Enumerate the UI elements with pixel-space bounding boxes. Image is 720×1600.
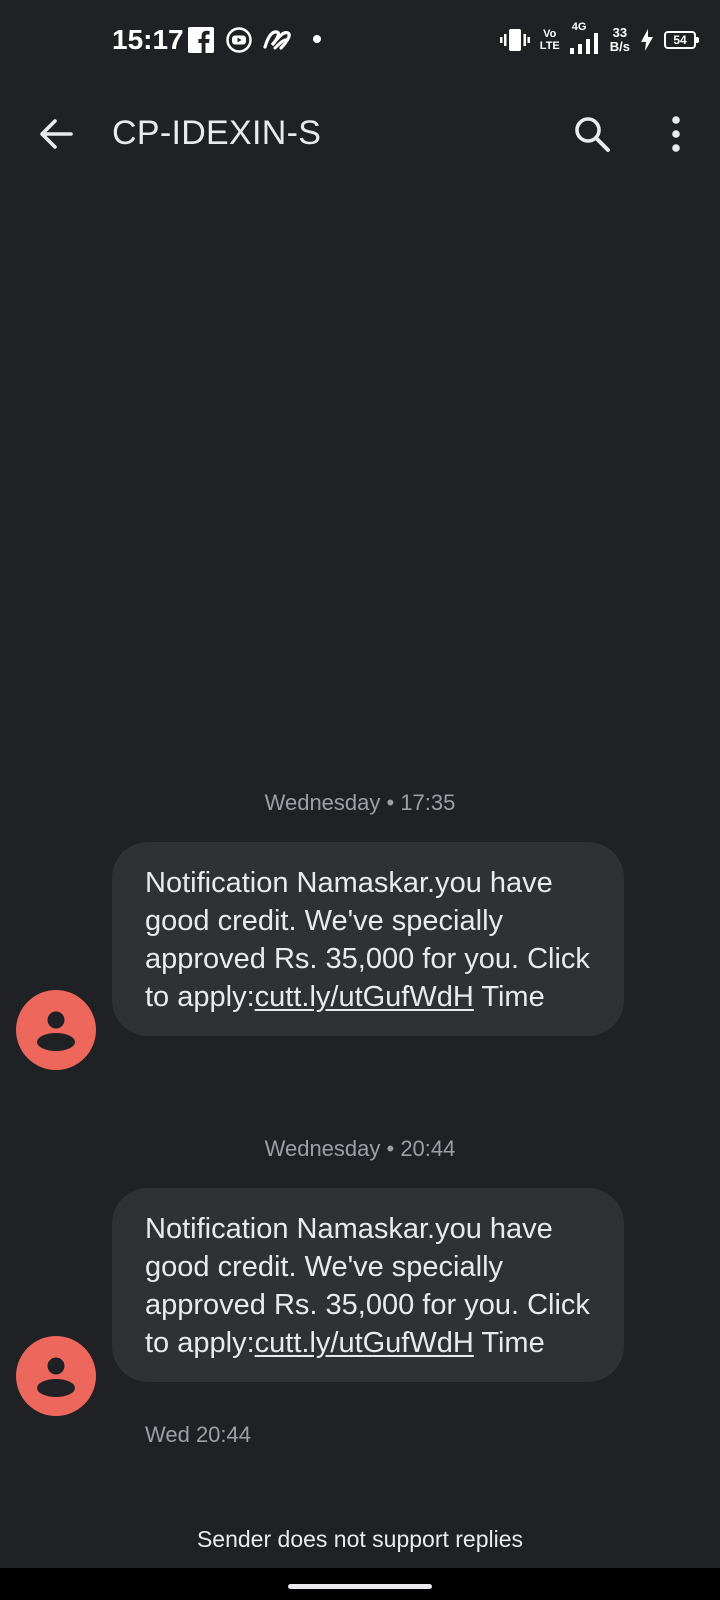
status-bar: 15:17 Vo LTE 4G 33 B/s 54: [0, 0, 720, 80]
vibrate-icon: [499, 29, 530, 51]
more-options-button[interactable]: [652, 108, 700, 160]
notification-dot-icon: [313, 35, 321, 43]
battery-level: 54: [673, 33, 687, 47]
search-icon: [575, 117, 610, 152]
signal-group: 4G: [569, 21, 600, 55]
conversation-header: CP-IDEXIN-S: [0, 90, 720, 180]
battery-icon: 54: [664, 31, 699, 49]
message-text-tail: Time: [473, 981, 545, 1013]
message-link[interactable]: cutt.ly/utGufWdH: [255, 1327, 474, 1359]
date-separator: Wednesday • 17:35: [264, 790, 456, 815]
more-vert-icon: [672, 116, 680, 152]
sender-avatar[interactable]: [16, 990, 96, 1070]
back-button[interactable]: [30, 108, 82, 160]
network-volte-top: Vo: [543, 28, 557, 40]
network-speed: 33 B/s: [610, 26, 630, 54]
app-notification-icon: [263, 30, 291, 50]
message-timestamp: Wed 20:44: [145, 1422, 252, 1447]
network-generation: 4G: [571, 21, 587, 33]
network-type: Vo LTE: [540, 28, 560, 52]
person-icon: [37, 1011, 75, 1051]
navigation-bar: [0, 1568, 720, 1600]
signal-icon: [569, 33, 598, 54]
charging-icon: [641, 29, 653, 51]
youtube-icon: [226, 27, 252, 53]
message-text-tail: Time: [473, 1327, 545, 1359]
messages-screen: 15:17 Vo LTE 4G 33 B/s 54 CP-IDEXIN-S We…: [0, 0, 720, 1600]
message-link[interactable]: cutt.ly/utGufWdH: [255, 981, 474, 1013]
no-reply-notice: Sender does not support replies: [196, 1526, 524, 1552]
search-button[interactable]: [566, 108, 618, 160]
sender-avatar[interactable]: [16, 1336, 96, 1416]
status-right-group: Vo LTE 4G 33 B/s 54: [499, 21, 699, 58]
status-time: 15:17: [112, 24, 184, 55]
person-icon: [37, 1357, 75, 1397]
date-separator: Wednesday • 20:44: [264, 1136, 456, 1161]
home-gesture-handle[interactable]: [288, 1584, 432, 1589]
facebook-icon: [188, 27, 214, 53]
arrow-back-icon: [40, 119, 73, 149]
conversation-title: CP-IDEXIN-S: [112, 114, 322, 152]
network-volte-bottom: LTE: [539, 40, 560, 52]
message-bubble[interactable]: Notification Namaskar.you have good cred…: [112, 1188, 624, 1382]
network-speed-unit: B/s: [609, 39, 630, 54]
network-speed-value: 33: [612, 25, 628, 40]
message-bubble[interactable]: Notification Namaskar.you have good cred…: [112, 842, 624, 1036]
